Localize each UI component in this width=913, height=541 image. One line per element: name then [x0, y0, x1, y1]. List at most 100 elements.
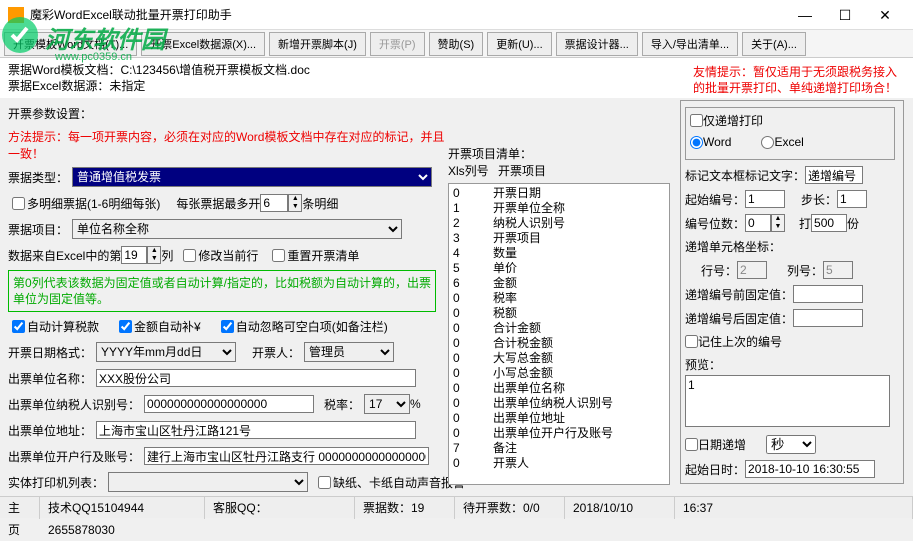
cell-coord-title: 递增单元格坐标： [685, 238, 781, 255]
reset-list-checkbox[interactable] [272, 249, 285, 262]
only-inc-print-label: 仅递增打印 [703, 112, 763, 129]
tax-rate-select[interactable]: 17 [364, 394, 410, 414]
date-inc-checkbox[interactable] [685, 438, 698, 451]
invoicer-select[interactable]: 管理员 [304, 342, 394, 362]
list-item[interactable]: 3开票项目 [453, 231, 665, 246]
toolbar-kaipiao-button[interactable]: 开票(P) [370, 32, 425, 56]
toolbar-about-button[interactable]: 关于(A)... [742, 32, 806, 56]
invoicer-label: 开票人： [252, 344, 300, 361]
radio-excel-label: Excel [774, 135, 803, 149]
after-fixed-label: 递增编号后固定值： [685, 310, 793, 327]
start-no-input[interactable] [745, 190, 785, 208]
sb-home[interactable]: 主页 [0, 497, 40, 519]
tax-rate-suffix: % [410, 397, 421, 411]
start-datetime-input[interactable] [745, 460, 875, 478]
issuer-bank-input[interactable] [144, 447, 429, 465]
maximize-button[interactable]: ☐ [825, 1, 865, 29]
auto-fill-zero-checkbox[interactable] [119, 320, 132, 333]
toolbar-word-template-button[interactable]: 开票模板Word文档(T)... [4, 32, 137, 56]
max-per-ticket-input[interactable] [260, 194, 288, 212]
ticket-type-select[interactable]: 普通增值税发票 [72, 167, 432, 187]
mid-header-col1: Xls列号 [448, 162, 498, 179]
auto-ignore-blank-checkbox[interactable] [221, 320, 234, 333]
auto-tax-checkbox[interactable] [12, 320, 25, 333]
close-button[interactable]: ✕ [865, 1, 905, 29]
ticket-item-label: 票据项目： [8, 221, 68, 238]
sb-time: 16:37 [675, 497, 913, 519]
toolbar-add-script-button[interactable]: 新增开票脚本(J) [269, 32, 366, 56]
issuer-name-input[interactable] [96, 369, 416, 387]
list-item[interactable]: 0税率 [453, 291, 665, 306]
col-no-label: 列号： [787, 262, 823, 279]
before-fixed-input[interactable] [793, 285, 863, 303]
preview-box: 1 [685, 375, 890, 427]
info-bar: 票据Word模板文档：C:\123456\增值税开票模板文档.doc 票据Exc… [0, 58, 913, 98]
titlebar: 魔彩WordExcel联动批量开票打印助手 — ☐ ✕ [0, 0, 913, 30]
list-item[interactable]: 0出票单位开户行及账号 [453, 426, 665, 441]
list-item[interactable]: 0出票单位名称 [453, 381, 665, 396]
missing-paper-label: 缺纸、卡纸自动声音报警 [333, 474, 413, 491]
missing-paper-checkbox[interactable] [318, 476, 331, 489]
radio-word[interactable] [690, 136, 703, 149]
mid-list[interactable]: 0开票日期1开票单位全称2纳税人识别号3开票项目4数量5单价6金额0税率0税额0… [448, 183, 670, 485]
radio-excel[interactable] [761, 136, 774, 149]
remember-last-checkbox[interactable] [685, 335, 698, 348]
issuer-tax-label: 出票单位纳税人识别号： [8, 396, 140, 413]
issuer-addr-label: 出票单位地址： [8, 422, 92, 439]
issuer-name-label: 出票单位名称： [8, 370, 92, 387]
auto-ignore-blank-label: 自动忽略可空白项(如备注栏) [236, 318, 388, 335]
row-no-label: 行号： [701, 262, 737, 279]
list-item[interactable]: 0出票单位地址 [453, 411, 665, 426]
data-from-spinner[interactable]: ▲▼ [147, 246, 161, 264]
data-from-input[interactable] [121, 246, 147, 264]
list-item[interactable]: 7备注 [453, 441, 665, 456]
list-item[interactable]: 0出票单位纳税人识别号 [453, 396, 665, 411]
list-item[interactable]: 5单价 [453, 261, 665, 276]
green-tip-box: 第0列代表该数据为固定值或者自动计算/指定的，比如税额为自动计算的，出票单位为固… [8, 270, 436, 312]
date-unit-select[interactable]: 秒 [766, 435, 816, 454]
max-per-ticket-spinner[interactable]: ▲▼ [288, 194, 302, 212]
max-per-ticket-suffix: 条明细 [302, 195, 338, 212]
only-inc-print-checkbox[interactable] [690, 114, 703, 127]
issuer-addr-input[interactable] [96, 421, 416, 439]
modify-first-checkbox[interactable] [183, 249, 196, 262]
issuer-tax-input[interactable] [144, 395, 314, 413]
issuer-bank-label: 出票单位开户行及账号： [8, 448, 140, 465]
toolbar-designer-button[interactable]: 票据设计器... [556, 32, 638, 56]
list-item[interactable]: 6金额 [453, 276, 665, 291]
list-item[interactable]: 4数量 [453, 246, 665, 261]
toolbar-import-export-button[interactable]: 导入/导出清单... [642, 32, 738, 56]
ticket-type-label: 票据类型： [8, 169, 68, 186]
printer-select[interactable] [108, 472, 308, 492]
toolbar-sponsor-button[interactable]: 赞助(S) [429, 32, 484, 56]
list-item[interactable]: 0小写总金额 [453, 366, 665, 381]
date-format-select[interactable]: YYYY年mm月dd日 [96, 342, 236, 362]
mid-panel: 开票项目清单： Xls列号开票项目 0开票日期1开票单位全称2纳税人识别号3开票… [448, 145, 674, 485]
mark-text-input[interactable] [805, 166, 863, 184]
after-fixed-input[interactable] [793, 309, 863, 327]
no-digits-input[interactable] [745, 214, 771, 232]
list-item[interactable]: 0开票日期 [453, 186, 665, 201]
print-suffix: 份 [847, 215, 859, 232]
minimize-button[interactable]: — [785, 1, 825, 29]
col-no-input [823, 261, 853, 279]
list-item[interactable]: 0税额 [453, 306, 665, 321]
auto-tax-label: 自动计算税款 [27, 318, 99, 335]
detail-ticket-checkbox[interactable] [12, 197, 25, 210]
toolbar-excel-source-button[interactable]: 开票Excel数据源(X)... [141, 32, 265, 56]
list-item[interactable]: 1开票单位全称 [453, 201, 665, 216]
max-per-ticket-label: 每张票据最多开 [176, 195, 260, 212]
list-item[interactable]: 0合计税金额 [453, 336, 665, 351]
print-input[interactable] [811, 214, 847, 232]
list-item[interactable]: 0开票人 [453, 456, 665, 471]
date-format-label: 开票日期格式： [8, 344, 92, 361]
step-input[interactable] [837, 190, 867, 208]
before-fixed-label: 递增编号前固定值： [685, 286, 793, 303]
list-item[interactable]: 0大写总金额 [453, 351, 665, 366]
tax-rate-label: 税率： [324, 396, 360, 413]
ticket-item-select[interactable]: 单位名称全称 [72, 219, 402, 239]
toolbar-update-button[interactable]: 更新(U)... [487, 32, 551, 56]
list-item[interactable]: 0合计金额 [453, 321, 665, 336]
list-item[interactable]: 2纳税人识别号 [453, 216, 665, 231]
no-digits-spinner[interactable]: ▲▼ [771, 214, 785, 232]
